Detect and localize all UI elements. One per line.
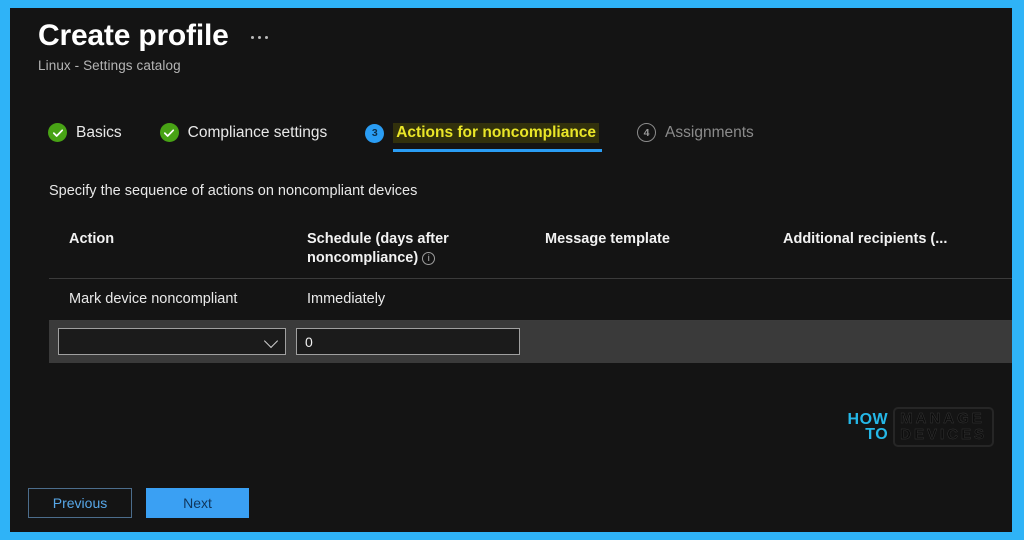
watermark-logo: HOW TO MANAGE DEVICES (847, 406, 994, 447)
active-step-underline (393, 149, 603, 152)
section-instruction: Specify the sequence of actions on nonco… (49, 183, 418, 199)
action-select[interactable] (58, 328, 286, 355)
title-row: Create profile (38, 16, 1012, 56)
check-icon (48, 123, 67, 142)
watermark-managedevices-box: MANAGE DEVICES (893, 406, 994, 447)
table-header-row: Action Schedule (days after noncomplianc… (49, 222, 1012, 279)
wizard-step-compliance-settings[interactable]: Compliance settings (159, 120, 328, 151)
chevron-down-icon (263, 333, 279, 348)
ellipsis-dot (250, 36, 254, 39)
ellipsis-dot (257, 36, 261, 39)
wizard-step-assignments[interactable]: 4 Assignments (637, 120, 754, 151)
wizard-step-label: Assignments (665, 123, 754, 141)
wizard-step-label: Compliance settings (187, 123, 328, 141)
step-number-icon: 3 (365, 123, 385, 143)
check-icon (159, 123, 179, 142)
watermark-howto: HOW TO (847, 410, 889, 443)
blade-footer: Previous Next (10, 474, 1012, 532)
wizard-steps: Basics Compliance settings 3 Actions for… (48, 120, 792, 152)
cell-schedule: Immediately (307, 291, 386, 307)
wizard-step-label: Basics (76, 123, 122, 141)
create-profile-blade: Create profile Linux - Settings catalog … (10, 8, 1012, 532)
page-title: Create profile (38, 19, 229, 52)
column-header-action: Action (69, 231, 115, 247)
watermark-to-text: TO (865, 425, 889, 443)
table-row: Mark device noncompliant Immediately (49, 279, 1012, 321)
overflow-menu-icon[interactable] (247, 30, 272, 45)
blade-subtitle: Linux - Settings catalog (38, 58, 181, 73)
info-icon[interactable]: i (422, 252, 436, 265)
watermark-devices-text: DEVICES (900, 425, 987, 443)
cell-schedule-editor (287, 328, 525, 355)
outer-frame: Create profile Linux - Settings catalog … (0, 0, 1024, 540)
watermark-manage-text: MANAGE (900, 409, 985, 427)
blade-header: Create profile Linux - Settings catalog (38, 16, 1012, 73)
table-row-editable (49, 321, 1012, 363)
ellipsis-dot (264, 36, 268, 39)
step-number-icon: 4 (637, 123, 657, 142)
column-header-schedule: Schedule (days after noncompliance) i (287, 230, 525, 268)
wizard-step-actions-for-noncompliance[interactable]: 3 Actions for noncompliance (365, 120, 603, 152)
wizard-step-label: Actions for noncompliance (393, 123, 600, 143)
previous-button[interactable]: Previous (28, 488, 132, 518)
next-button[interactable]: Next (146, 488, 249, 518)
column-header-additional-recipients: Additional recipients (... (783, 231, 948, 247)
wizard-step-basics[interactable]: Basics (48, 120, 122, 151)
cell-action: Mark device noncompliant (69, 291, 238, 307)
actions-table: Action Schedule (days after noncomplianc… (49, 222, 1012, 363)
column-header-message-template: Message template (545, 231, 670, 247)
cell-action-editor (49, 328, 287, 355)
watermark-how-text: HOW (847, 410, 889, 428)
schedule-days-input[interactable] (296, 328, 520, 355)
